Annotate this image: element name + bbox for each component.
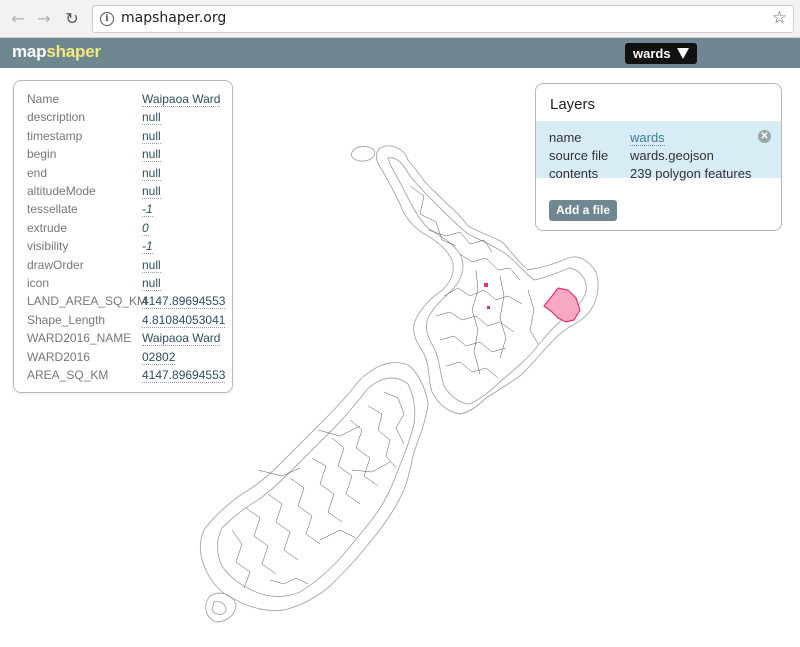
attribute-key: altitudeMode	[27, 184, 96, 198]
attribute-row: end null	[14, 164, 234, 182]
attribute-row: AREA_SQ_KM 4147.89694553	[14, 366, 234, 384]
attribute-value[interactable]: 4147.89694553	[142, 368, 226, 383]
attribute-row: WARD2016 02802	[14, 348, 234, 366]
layers-title: Layers	[550, 96, 596, 113]
close-icon[interactable]: ✕	[758, 130, 771, 143]
attribute-row: begin null	[14, 145, 234, 163]
logo-text-shaper: shaper	[46, 42, 101, 61]
attribute-key: AREA_SQ_KM	[27, 368, 109, 382]
address-bar[interactable]: i mapshaper.org ☆	[92, 5, 794, 33]
attribute-row: visibility -1	[14, 237, 234, 255]
attribute-key: LAND_AREA_SQ_KM	[27, 294, 148, 309]
arrow-left-icon[interactable]: ←	[8, 9, 28, 29]
feature-attribute-popup: Name Waipaoa Ward description null timestamp…	[13, 80, 233, 393]
attribute-value[interactable]: null	[142, 276, 161, 291]
layer-item-wards[interactable]: name wards source file wards.geojson conte…	[536, 121, 781, 181]
logo-text-map: map	[12, 42, 47, 61]
layer-name-row: name wards	[549, 130, 665, 146]
app-header: mapshaper wards	[0, 38, 800, 68]
attribute-row: tessellate -1	[14, 200, 234, 218]
arrow-right-icon[interactable]: →	[34, 9, 54, 29]
attribute-key: end	[27, 165, 48, 180]
attribute-key: description	[27, 110, 86, 125]
layer-contents-row: contents 239 polygon features	[549, 166, 751, 181]
attribute-row: drawOrder null	[14, 256, 234, 274]
info-icon[interactable]: i	[100, 12, 114, 26]
attribute-row: icon null	[14, 274, 234, 292]
attribute-key: tessellate	[27, 202, 78, 217]
map-marker	[487, 306, 490, 309]
attribute-value[interactable]: null	[142, 258, 161, 273]
attribute-key: Shape_Length	[27, 312, 106, 327]
layer-contents-value: 239 polygon features	[630, 166, 752, 181]
layer-source-value: wards.geojson	[630, 148, 714, 163]
attribute-row: Shape_Length 4.81084053041	[14, 311, 234, 329]
selected-ward-waipaoa	[543, 287, 581, 323]
layer-source-row: source file wards.geojson	[549, 148, 714, 163]
attribute-value[interactable]: -1	[142, 202, 153, 218]
layer-selector-button[interactable]: wards	[625, 43, 697, 64]
small-island-outline	[211, 601, 227, 615]
layers-panel: Layers name wards source file wards.geojso…	[535, 83, 782, 231]
layer-contents-label: contents	[549, 166, 599, 181]
attribute-value[interactable]: Waipaoa Ward	[142, 331, 221, 347]
triangle-down-icon	[676, 48, 689, 59]
attribute-value[interactable]: null	[142, 184, 161, 199]
url-text[interactable]: mapshaper.org	[121, 10, 226, 26]
reload-icon[interactable]: ↻	[62, 9, 82, 29]
attribute-value[interactable]: 0	[142, 221, 149, 236]
map-marker	[484, 283, 488, 287]
attribute-value[interactable]: 02802	[142, 350, 176, 365]
attribute-row: WARD2016_NAME Waipaoa Ward	[14, 329, 234, 347]
attribute-row: Name Waipaoa Ward	[14, 90, 234, 108]
layer-name-value[interactable]: wards	[630, 130, 665, 146]
attribute-key: extrude	[27, 220, 68, 235]
attribute-value[interactable]: 4.81084053041	[142, 313, 226, 328]
attribute-value[interactable]: -1	[142, 239, 153, 255]
attribute-key: WARD2016	[27, 349, 90, 364]
attribute-row: description null	[14, 108, 234, 126]
attribute-key: WARD2016_NAME	[27, 331, 132, 346]
map-island-outline	[350, 146, 376, 162]
layer-name-label: name	[549, 130, 582, 145]
mapshaper-logo: mapshaper	[12, 42, 101, 62]
attribute-value[interactable]: Waipaoa Ward	[142, 92, 221, 107]
add-file-button[interactable]: Add a file	[549, 200, 618, 221]
layer-source-label: source file	[549, 148, 609, 163]
attribute-row: altitudeMode null	[14, 182, 234, 200]
attribute-row: extrude 0	[14, 219, 234, 237]
attribute-key: timestamp	[27, 128, 83, 143]
attribute-row: LAND_AREA_SQ_KM 4147.89694553	[14, 292, 234, 310]
attribute-key: Name	[27, 92, 60, 106]
layer-selector-label: wards	[633, 46, 671, 61]
attribute-value[interactable]: null	[142, 147, 161, 163]
stewart-island-outline	[205, 592, 237, 623]
attribute-key: visibility	[27, 239, 69, 254]
attribute-key: begin	[27, 147, 57, 162]
browser-toolbar: ← → ↻ i mapshaper.org ☆	[0, 0, 800, 38]
south-island-outline	[199, 362, 429, 611]
star-icon[interactable]: ☆	[772, 8, 787, 28]
attribute-value[interactable]: 4147.89694553	[142, 294, 226, 310]
attribute-value[interactable]: null	[142, 110, 161, 126]
attribute-key: drawOrder	[27, 257, 84, 272]
attribute-key: icon	[27, 276, 50, 290]
attribute-value[interactable]: null	[142, 166, 161, 181]
attribute-value[interactable]: null	[142, 129, 161, 144]
south-island-coast	[217, 377, 416, 597]
attribute-row: timestamp null	[14, 127, 234, 145]
